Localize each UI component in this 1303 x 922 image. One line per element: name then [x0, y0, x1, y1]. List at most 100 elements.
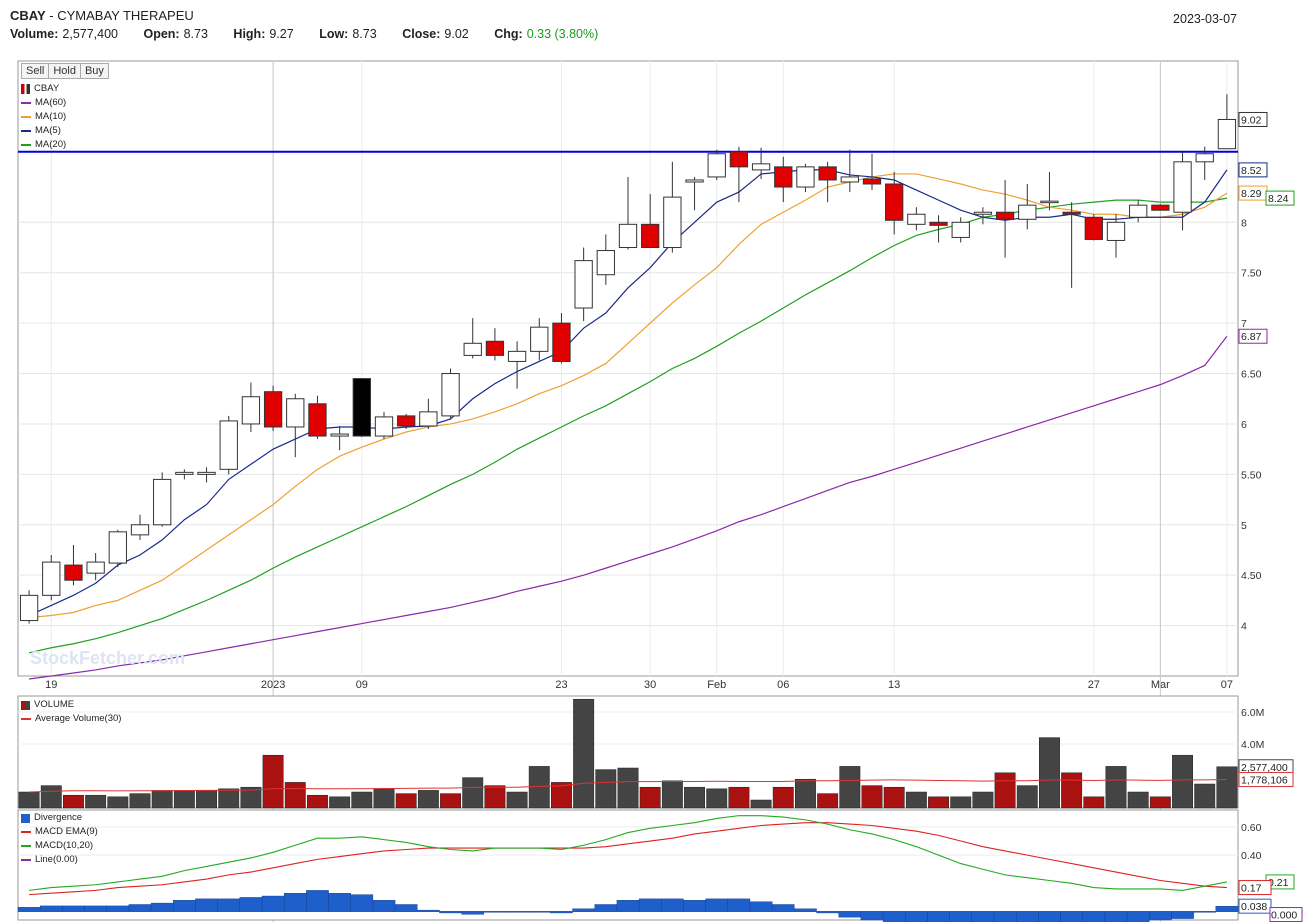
x-tick-label: 23 — [555, 679, 567, 691]
divergence-bar — [150, 902, 174, 912]
candle-body — [330, 433, 349, 437]
volume-bar — [1105, 766, 1127, 809]
volume-bar — [151, 790, 173, 809]
divergence-bar — [838, 911, 862, 918]
legend-cbay-label: CBAY — [34, 83, 60, 94]
candle-body — [64, 564, 83, 581]
divergence-bar — [594, 904, 618, 912]
ma20-swatch — [21, 144, 31, 146]
price-label: 8.24 — [1268, 193, 1289, 205]
sell-button[interactable]: Sell — [21, 63, 50, 79]
legend-line: Line(0.00) — [21, 853, 98, 867]
candle-body — [641, 223, 660, 249]
divergence-bar — [993, 911, 1017, 922]
volume-bar — [994, 772, 1016, 809]
volume-bar — [661, 780, 683, 809]
candle-body — [751, 163, 771, 171]
volume-bar — [573, 698, 595, 809]
divergence-bar — [1060, 911, 1083, 922]
divergence-bar — [727, 898, 751, 912]
ma10-swatch — [21, 116, 31, 118]
divergence-bar — [683, 900, 706, 912]
volume-bar — [284, 782, 306, 809]
divergence-bar — [372, 900, 396, 912]
candle-body — [1195, 153, 1214, 163]
volume-bar — [595, 769, 617, 809]
volume-bar — [196, 790, 217, 809]
legend-ema-label: MACD EMA(9) — [35, 826, 98, 837]
volume-bar — [1016, 785, 1038, 809]
volume-bar — [928, 796, 949, 809]
legend-ma10-label: MA(10) — [35, 111, 67, 122]
x-tick-label: 09 — [356, 679, 368, 691]
candle-icon — [21, 84, 30, 94]
price-label: 9.02 — [1241, 114, 1262, 126]
candle-body — [1129, 204, 1148, 218]
divergence-bar — [128, 904, 152, 912]
price-y-tick: 5 — [1241, 520, 1247, 532]
volume-bar — [1061, 772, 1083, 809]
volume-bar — [839, 766, 861, 809]
price-y-tick: 7 — [1241, 318, 1247, 330]
legend-ma60-label: MA(60) — [35, 97, 67, 108]
legend-ma60: MA(60) — [21, 96, 66, 110]
legend-macd: MACD(10,20) — [21, 839, 98, 853]
volume-y-tick: 6.0M — [1241, 707, 1264, 719]
divergence-bar — [661, 898, 684, 912]
candle-body — [951, 221, 970, 238]
candle-body — [1173, 161, 1192, 213]
line-swatch — [21, 859, 31, 861]
legend-ema: MACD EMA(9) — [21, 825, 98, 839]
volume-bar — [40, 785, 62, 809]
volume-bar — [506, 791, 528, 809]
divergence-bar — [1149, 911, 1172, 921]
divergence-icon — [21, 813, 30, 823]
candle-body — [552, 322, 571, 362]
price-label: 8.52 — [1241, 165, 1262, 177]
divergence-bar — [1082, 911, 1106, 922]
hold-button[interactable]: Hold — [48, 63, 81, 79]
divergence-bar — [1215, 905, 1239, 912]
candle-body — [19, 594, 39, 622]
legend-ma20-label: MA(20) — [35, 139, 67, 150]
volume-bar — [617, 767, 639, 809]
candle-body — [308, 403, 327, 437]
volume-bar — [1127, 791, 1149, 809]
candle-body — [596, 250, 615, 276]
macd-y-tick: 0.40 — [1241, 850, 1262, 862]
divergence-bar — [306, 890, 329, 912]
price-y-tick: 5.50 — [1241, 469, 1262, 481]
volume-bar — [173, 790, 195, 809]
volume-bar — [528, 766, 550, 809]
volume-bar — [395, 793, 417, 809]
price-y-tick: 6 — [1241, 419, 1247, 431]
candle-body — [707, 153, 726, 178]
divergence-bar — [1171, 911, 1194, 919]
divergence-bar — [261, 895, 285, 912]
price-panel — [17, 60, 1239, 677]
volume-bar — [684, 786, 705, 809]
candle-body — [1062, 211, 1081, 215]
price-label: 8.29 — [1241, 188, 1262, 200]
trade-buttons: Sell Hold Buy — [21, 63, 109, 79]
legend-line-label: Line(0.00) — [35, 854, 78, 865]
volume-bar — [484, 785, 506, 809]
divergence-bar — [328, 893, 351, 912]
divergence-bar — [17, 907, 41, 912]
divergence-bar — [616, 900, 640, 912]
candle-body — [530, 326, 549, 352]
x-tick-label: 06 — [777, 679, 789, 691]
divergence-bar — [1104, 911, 1128, 922]
candle-body — [663, 196, 682, 249]
volume-bar — [795, 778, 816, 809]
volume-bar — [307, 794, 328, 809]
volume-bar — [1039, 737, 1060, 809]
legend-volume: VOLUME — [21, 698, 121, 712]
divergence-bar — [106, 905, 130, 912]
buy-button[interactable]: Buy — [79, 63, 109, 79]
candle-body — [130, 524, 150, 536]
volume-bar — [861, 785, 883, 809]
candle-body — [485, 340, 505, 356]
divergence-bar — [195, 898, 218, 912]
candle-body — [108, 531, 127, 564]
